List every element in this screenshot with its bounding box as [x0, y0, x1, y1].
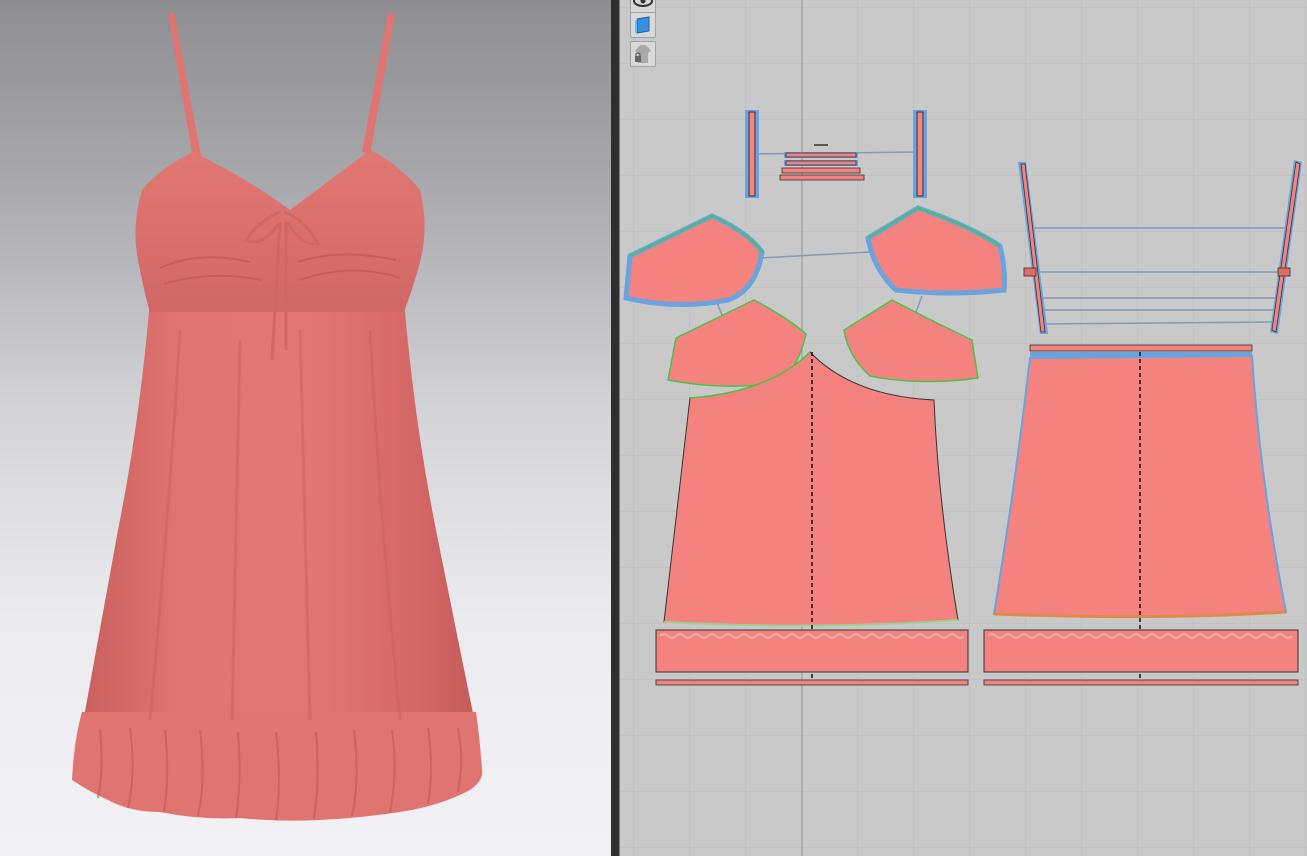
strap-right[interactable]	[913, 110, 927, 198]
show-fabric-tool[interactable]	[630, 12, 656, 38]
3d-viewport[interactable]	[0, 0, 611, 856]
right-strap	[362, 13, 395, 154]
strap-left[interactable]	[745, 110, 759, 198]
view-splitter[interactable]	[611, 0, 620, 856]
dress-skirt	[82, 300, 476, 728]
back-ruffle[interactable]	[983, 629, 1299, 673]
left-strap	[168, 12, 201, 158]
2d-pattern-view[interactable]	[620, 0, 1307, 856]
fabric-layer-icon	[635, 16, 650, 34]
pattern-canvas[interactable]	[620, 0, 1307, 856]
locked-shirt-icon	[635, 45, 651, 63]
garment-3d-render[interactable]	[0, 0, 611, 856]
back-hem-band[interactable]	[983, 679, 1299, 686]
lock-tool[interactable]	[630, 41, 656, 67]
front-hem-band[interactable]	[655, 679, 969, 686]
front-ruffle[interactable]	[655, 629, 969, 673]
